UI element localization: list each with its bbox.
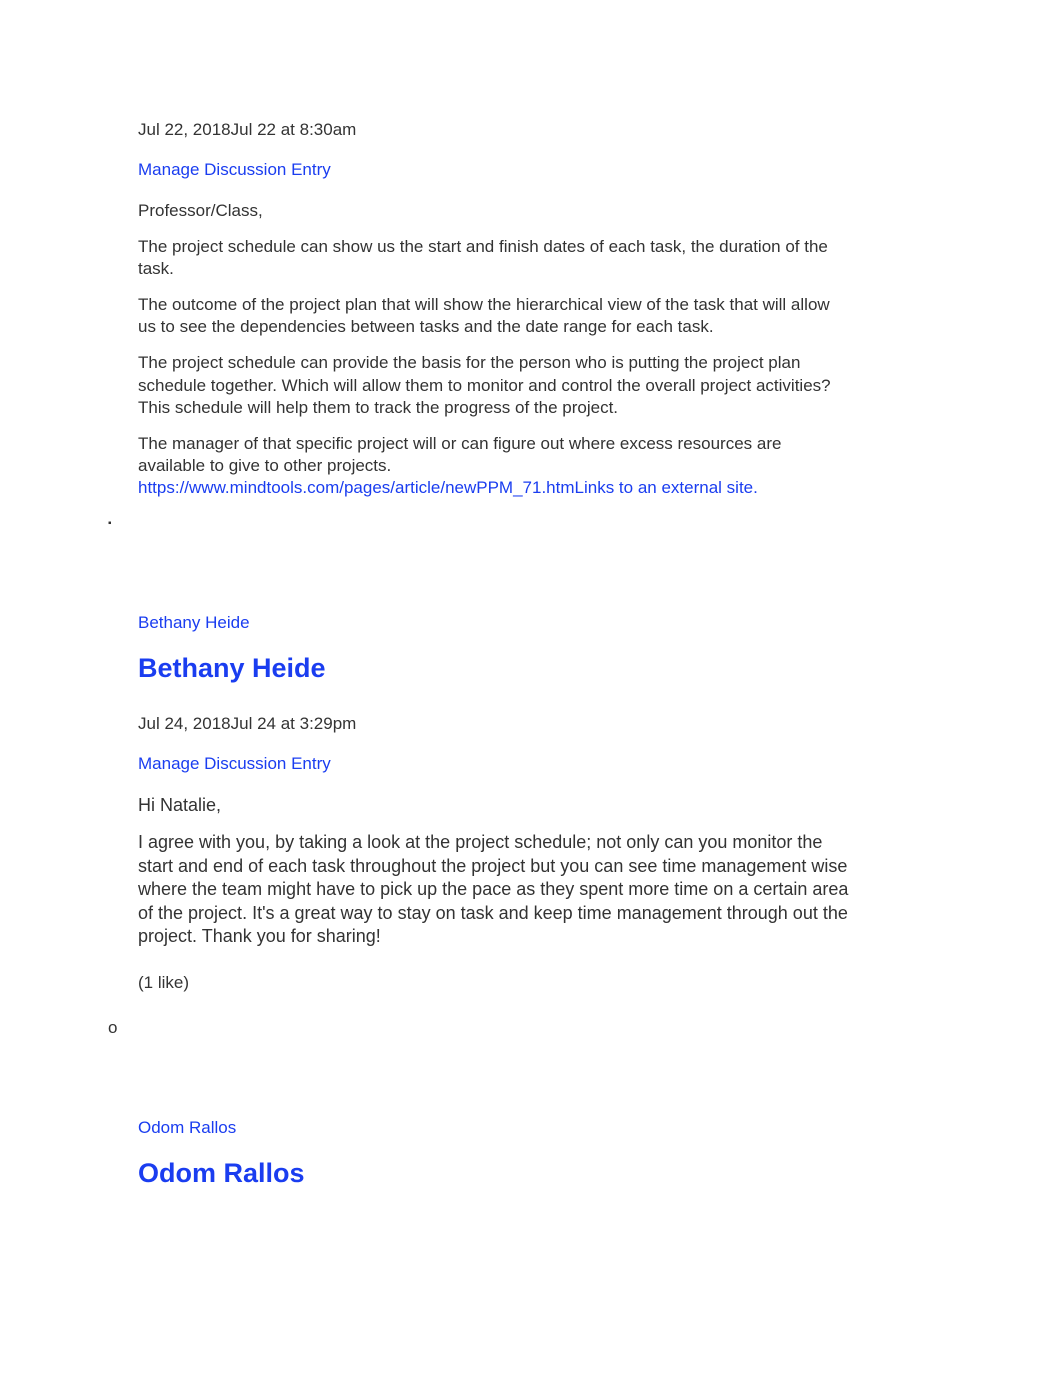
entry-paragraph: I agree with you, by taking a look at th…	[138, 831, 852, 948]
author-link[interactable]: Odom Rallos	[138, 1118, 852, 1138]
bullet-icon	[108, 513, 112, 533]
entry-paragraph: The project schedule can show us the sta…	[138, 236, 852, 280]
discussion-entry: Jul 22, 2018Jul 22 at 8:30am Manage Disc…	[0, 120, 1062, 499]
external-link[interactable]: https://www.mindtools.com/pages/article/…	[138, 478, 758, 497]
entry-paragraph: Professor/Class,	[138, 200, 852, 222]
entry-paragraph: Hi Natalie,	[138, 794, 852, 817]
author-heading[interactable]: Bethany Heide	[138, 653, 852, 684]
entry-paragraph: The project schedule can provide the bas…	[138, 352, 852, 418]
nested-bullet-row	[0, 513, 1062, 543]
entry-timestamp: Jul 24, 2018Jul 24 at 3:29pm	[138, 714, 852, 734]
nested-bullet-row: o	[0, 1018, 1062, 1048]
entry-paragraph-text: The manager of that specific project wil…	[138, 434, 781, 475]
manage-discussion-link[interactable]: Manage Discussion Entry	[138, 160, 852, 180]
entry-paragraph: The manager of that specific project wil…	[138, 433, 852, 499]
author-heading[interactable]: Odom Rallos	[138, 1158, 852, 1189]
entry-timestamp: Jul 22, 2018Jul 22 at 8:30am	[138, 120, 852, 140]
author-link[interactable]: Bethany Heide	[138, 613, 852, 633]
bullet-icon: o	[108, 1018, 117, 1038]
like-count: (1 like)	[138, 973, 852, 993]
manage-discussion-link[interactable]: Manage Discussion Entry	[138, 754, 852, 774]
discussion-entry: Bethany Heide Bethany Heide Jul 24, 2018…	[0, 613, 1062, 993]
entry-paragraph: The outcome of the project plan that wil…	[138, 294, 852, 338]
discussion-entry: Odom Rallos Odom Rallos	[0, 1118, 1062, 1189]
